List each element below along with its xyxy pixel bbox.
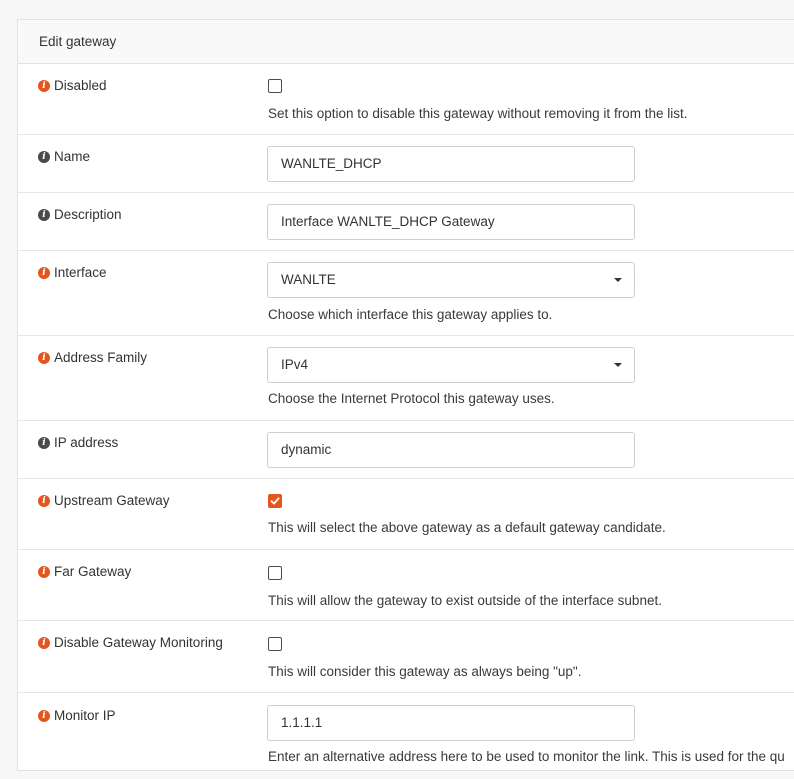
caret-down-icon xyxy=(614,363,622,367)
info-icon[interactable]: i xyxy=(38,208,50,221)
help-text: Choose the Internet Protocol this gatewa… xyxy=(268,391,555,406)
field-label: i Interface xyxy=(38,265,107,280)
edit-gateway-panel: Edit gateway i Disabled Set this option … xyxy=(17,19,794,771)
info-icon[interactable]: i xyxy=(38,150,50,163)
help-text: This will allow the gateway to exist out… xyxy=(268,593,662,608)
field-label: i Monitor IP xyxy=(38,708,116,723)
help-text: Set this option to disable this gateway … xyxy=(268,106,688,121)
disabled-checkbox[interactable] xyxy=(268,79,282,93)
row-name: i Name WANLTE_DHCP xyxy=(18,135,794,193)
interface-select[interactable]: WANLTE xyxy=(267,262,635,298)
label-text: Upstream Gateway xyxy=(54,493,170,508)
row-address-family: i Address Family IPv4 Choose the Interne… xyxy=(18,336,794,421)
selected-value: WANLTE xyxy=(281,272,336,287)
label-text: Description xyxy=(54,207,122,222)
row-far-gateway: i Far Gateway This will allow the gatewa… xyxy=(18,550,794,621)
label-text: Name xyxy=(54,149,91,164)
label-text: Address Family xyxy=(54,350,148,365)
panel-header: Edit gateway xyxy=(18,20,794,64)
help-text: This will consider this gateway as alway… xyxy=(268,664,582,679)
upstream-gateway-checkbox[interactable] xyxy=(268,494,282,508)
field-label: i Name xyxy=(38,149,90,164)
info-icon[interactable]: i xyxy=(38,494,50,507)
field-label: i Far Gateway xyxy=(38,564,131,579)
field-label: i Address Family xyxy=(38,350,147,365)
field-label: i Disabled xyxy=(38,78,107,93)
row-disabled: i Disabled Set this option to disable th… xyxy=(18,64,794,135)
far-gateway-checkbox[interactable] xyxy=(268,566,282,580)
help-text: This will select the above gateway as a … xyxy=(268,520,666,535)
label-text: Disabled xyxy=(54,78,107,93)
label-text: IP address xyxy=(54,435,119,450)
row-upstream-gateway: i Upstream Gateway This will select the … xyxy=(18,479,794,550)
info-icon[interactable]: i xyxy=(38,565,50,578)
info-icon[interactable]: i xyxy=(38,266,50,279)
label-text: Interface xyxy=(54,265,107,280)
monitor-ip-input[interactable]: 1.1.1.1 xyxy=(267,705,635,741)
panel-title: Edit gateway xyxy=(39,34,117,49)
field-label: i IP address xyxy=(38,435,118,450)
info-icon[interactable]: i xyxy=(38,709,50,722)
info-icon[interactable]: i xyxy=(38,636,50,649)
row-monitor-ip: i Monitor IP 1.1.1.1 Enter an alternativ… xyxy=(18,693,794,772)
name-input[interactable]: WANLTE_DHCP xyxy=(267,146,635,182)
description-input[interactable]: Interface WANLTE_DHCP Gateway xyxy=(267,204,635,240)
selected-value: IPv4 xyxy=(281,357,309,372)
label-text: Far Gateway xyxy=(54,564,132,579)
label-text: Disable Gateway Monitoring xyxy=(54,635,223,650)
field-label: i Description xyxy=(38,207,122,222)
address-family-select[interactable]: IPv4 xyxy=(267,347,635,383)
disable-monitoring-checkbox[interactable] xyxy=(268,637,282,651)
help-text: Choose which interface this gateway appl… xyxy=(268,307,553,322)
ip-address-input[interactable]: dynamic xyxy=(267,432,635,468)
row-interface: i Interface WANLTE Choose which interfac… xyxy=(18,251,794,336)
field-label: i Disable Gateway Monitoring xyxy=(38,635,223,650)
info-icon[interactable]: i xyxy=(38,351,50,364)
label-text: Monitor IP xyxy=(54,708,116,723)
help-text: Enter an alternative address here to be … xyxy=(268,749,785,764)
row-disable-gateway-monitoring: i Disable Gateway Monitoring This will c… xyxy=(18,621,794,693)
info-icon[interactable]: i xyxy=(38,436,50,449)
checkmark-icon xyxy=(270,497,280,505)
row-description: i Description Interface WANLTE_DHCP Gate… xyxy=(18,193,794,251)
row-ip-address: i IP address dynamic xyxy=(18,421,794,479)
caret-down-icon xyxy=(614,278,622,282)
info-icon[interactable]: i xyxy=(38,79,50,92)
field-label: i Upstream Gateway xyxy=(38,493,170,508)
